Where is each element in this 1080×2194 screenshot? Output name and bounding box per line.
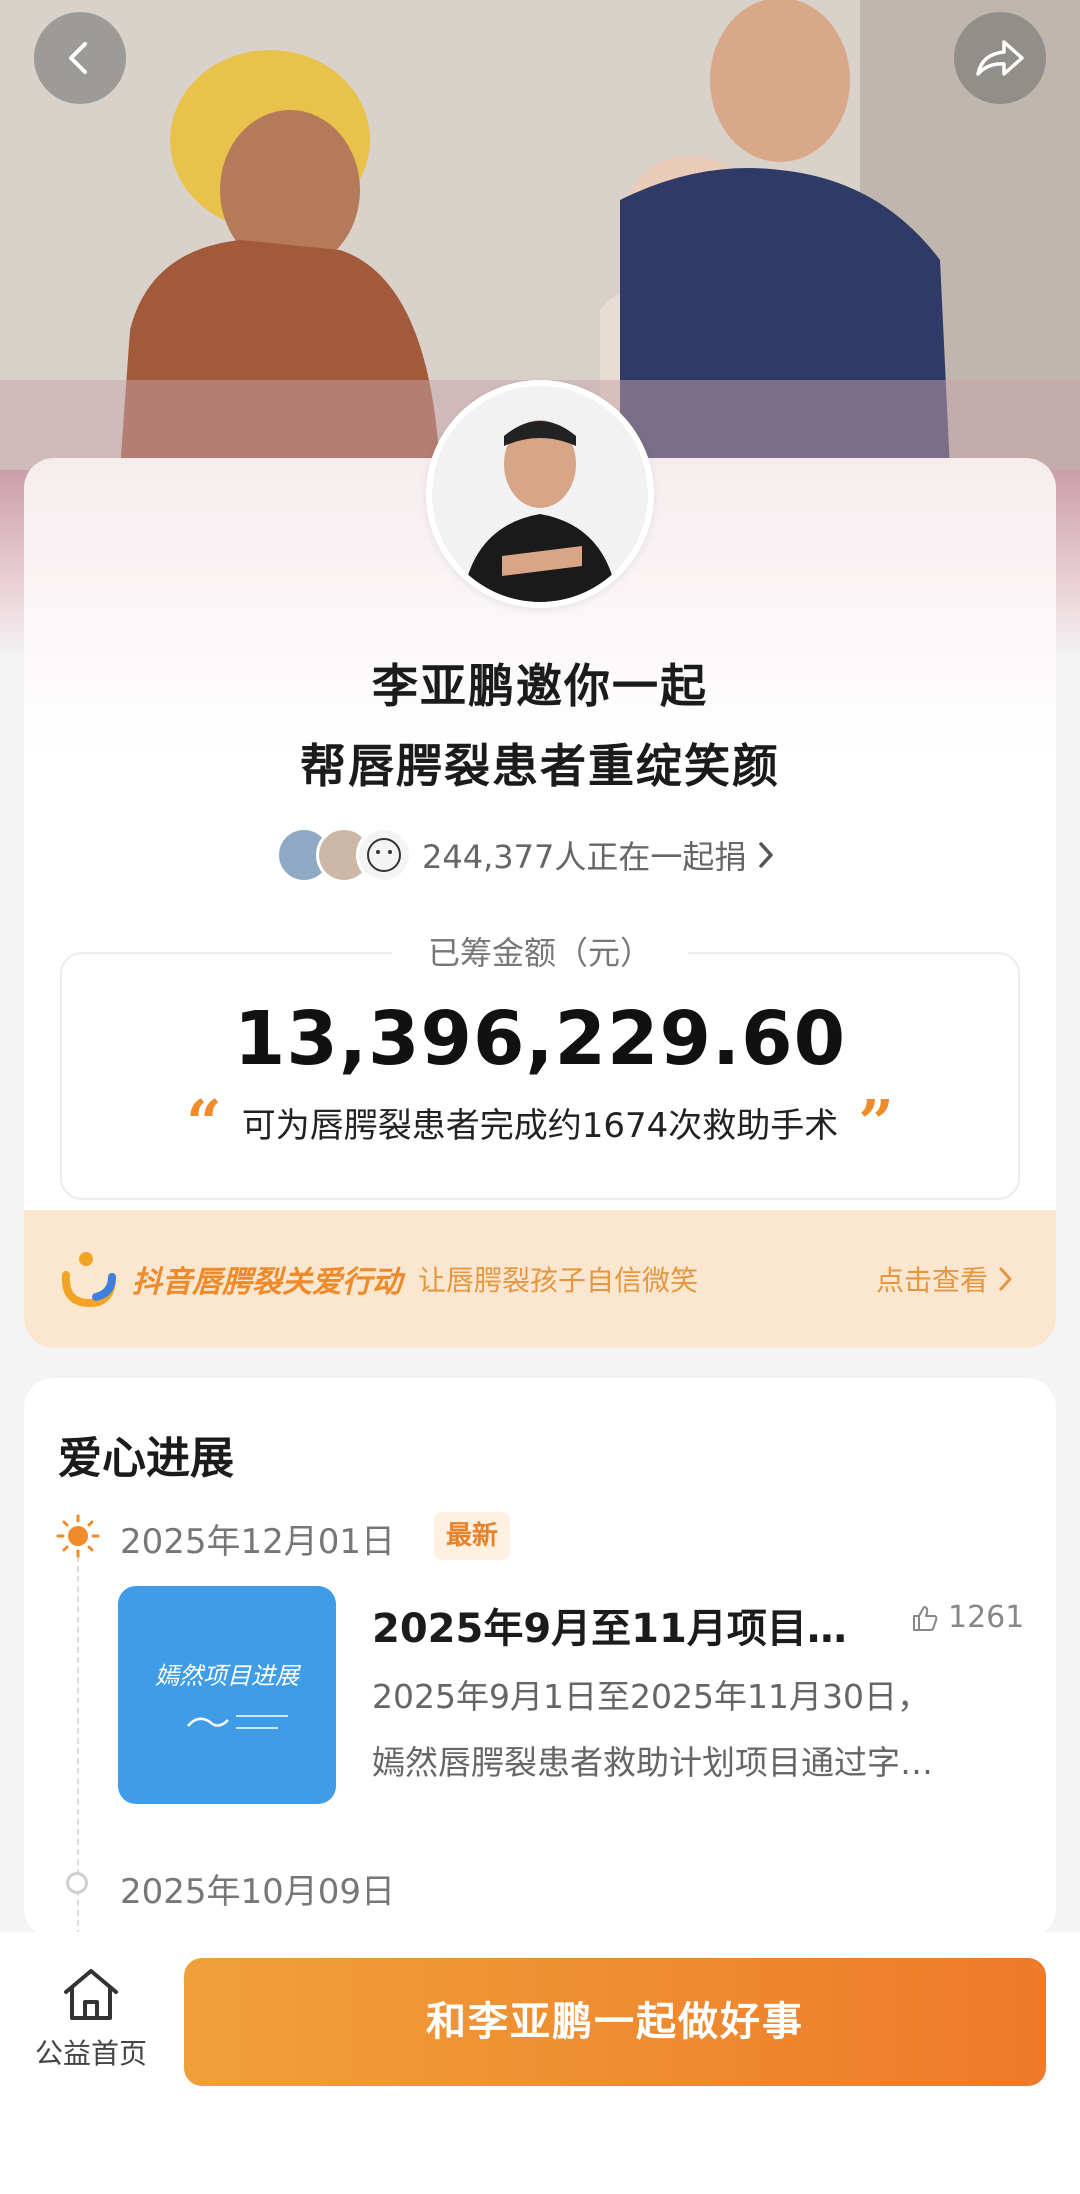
progress-thumbnail[interactable]: 嫣然项目进展: [118, 1586, 336, 1804]
home-icon: [64, 1969, 118, 2020]
impact-text: 可为唇腭裂患者完成约1674次救助手术: [241, 1106, 839, 1146]
like-count: 1261: [948, 1600, 1025, 1635]
impact-statement: “ 可为唇腭裂患者完成约1674次救助手术 ”: [0, 1085, 1080, 1159]
charity-home-button[interactable]: 公益首页: [26, 1966, 156, 2072]
chevron-right-icon: [999, 1267, 1012, 1291]
post-desc-line1: 2025年9月1日至2025年11月30日，: [372, 1677, 930, 1716]
donor-avatar: [356, 827, 412, 883]
raised-amount: 13,396,229.60: [233, 996, 847, 1082]
smile-angel-logo-icon: [187, 1715, 288, 1729]
share-arrow-icon: [976, 40, 1024, 76]
campaign-banner-title: 抖音唇腭裂关爱行动: [132, 1265, 402, 1300]
like-button[interactable]: 1261: [910, 1600, 1024, 1635]
thumbs-up-icon: [913, 1605, 938, 1631]
donors-count: 244,377人正在一起捐: [422, 838, 747, 876]
timeline-date: 2025年10月09日: [120, 1872, 396, 1912]
progress-post-description: 2025年9月1日至2025年11月30日， 嫣然唇腭裂患者救助计划项目通过字…: [372, 1664, 1012, 1796]
avatar-photo: [432, 386, 648, 602]
open-quote-icon: “: [186, 1085, 222, 1159]
donors-link[interactable]: 244,377人正在一起捐: [276, 826, 776, 884]
timeline-dot: [66, 1872, 88, 1894]
home-label: 公益首页: [34, 2037, 147, 2070]
campaign-banner-link-label: 点击查看: [875, 1264, 988, 1297]
chevron-left-icon: [69, 42, 87, 74]
raised-label-row: 已筹金额（元）: [0, 928, 1080, 974]
share-button[interactable]: [954, 12, 1046, 104]
sun-icon: [56, 1514, 100, 1558]
chevron-right-icon: [759, 842, 774, 868]
progress-section-title: 爱心进展: [58, 1433, 234, 1484]
donate-cta-button[interactable]: 和李亚鹏一起做好事: [184, 1958, 1046, 2086]
campaign-title-line2: 帮唇腭裂患者重绽笑颜: [300, 739, 780, 793]
campaign-logo-icon: [61, 1252, 116, 1308]
campaign-title-line1: 李亚鹏邀你一起: [372, 659, 708, 713]
campaign-banner[interactable]: 抖音唇腭裂关爱行动 让唇腭裂孩子自信微笑 点击查看: [24, 1210, 1056, 1348]
avatar[interactable]: [426, 380, 654, 608]
timeline-date: 2025年12月01日: [120, 1522, 396, 1562]
post-desc-line2: 嫣然唇腭裂患者救助计划项目通过字…: [372, 1743, 933, 1782]
raised-label: 已筹金额（元）: [391, 934, 688, 972]
back-button[interactable]: [34, 12, 126, 104]
campaign-banner-link[interactable]: 点击查看: [876, 1259, 1016, 1299]
latest-badge: 最新: [434, 1512, 511, 1560]
progress-post-title[interactable]: 2025年9月至11月项目…: [372, 1596, 872, 1654]
close-quote-icon: ”: [858, 1085, 894, 1159]
campaign-banner-subtitle: 让唇腭裂孩子自信微笑: [418, 1264, 699, 1297]
